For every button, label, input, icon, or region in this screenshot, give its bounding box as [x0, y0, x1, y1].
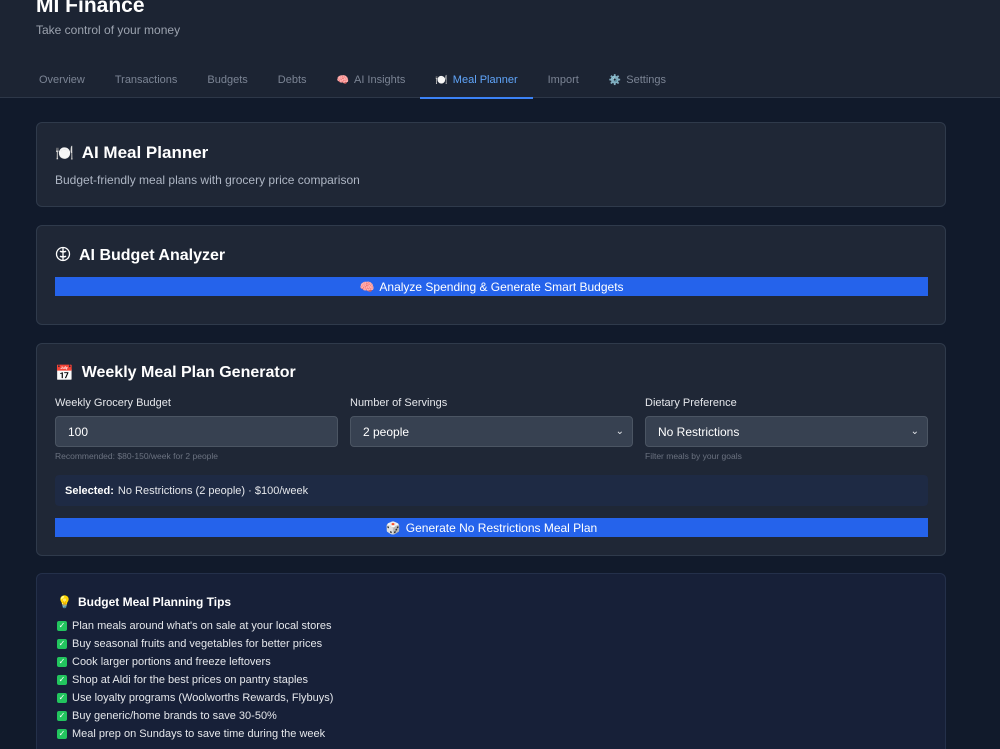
main-tabs: Overview Transactions Budgets Debts 🧠 AI Insi…: [24, 62, 681, 99]
checkmark-icon: ✓: [57, 693, 67, 703]
selected-summary: Selected: No Restrictions (2 people) · $…: [55, 475, 928, 506]
tab-label: Meal Planner: [452, 74, 518, 86]
generate-meal-plan-label: Generate No Restrictions Meal Plan: [405, 520, 598, 535]
calendar-icon: 📅: [55, 365, 74, 382]
page-title-text: AI Meal Planner: [81, 143, 209, 162]
tip-item: ✓ Cook larger portions and freeze leftove…: [57, 653, 333, 671]
tip-text: Buy seasonal fruits and vegetables for b…: [72, 638, 323, 650]
lightbulb-icon: 💡: [57, 595, 72, 609]
tips-list: ✓ Plan meals around what's on sale at you…: [57, 617, 333, 743]
generator-title-text: Weekly Meal Plan Generator: [81, 364, 296, 381]
tab-icon: 🧠: [336, 74, 349, 86]
budget-analyzer-card: AI Budget Analyzer 🧠 Analyze Spending & …: [36, 225, 946, 325]
selected-label: Selected:: [65, 484, 114, 497]
tip-text: Buy generic/home brands to save 30-50%: [72, 710, 277, 722]
tab-meal-planner[interactable]: 🍽️ Meal Planner: [420, 62, 533, 99]
generate-meal-plan-button[interactable]: 🎲 Generate No Restrictions Meal Plan: [55, 518, 928, 537]
dice-icon: 🎲: [385, 520, 401, 535]
servings-select-value: 2 people: [363, 424, 410, 439]
tab-label: Settings: [626, 74, 667, 86]
diet-hint: Filter meals by your goals: [645, 451, 742, 461]
tip-text: Meal prep on Sundays to save time during…: [72, 728, 326, 740]
diet-select[interactable]: No Restrictions ⌄: [645, 416, 928, 447]
budget-input-value: 100: [68, 424, 89, 439]
analyze-spending-button[interactable]: 🧠 Analyze Spending & Generate Smart Budg…: [55, 277, 928, 296]
servings-label: Number of Servings: [350, 397, 448, 409]
tab-icon: ⚙️: [608, 74, 622, 86]
tip-text: Shop at Aldi for the best prices on pant…: [72, 674, 309, 686]
tip-item: ✓ Use loyalty programs (Woolworths Reward…: [57, 689, 333, 707]
generator-title: 📅 Weekly Meal Plan Generator: [55, 364, 296, 382]
tips-title: 💡 Budget Meal Planning Tips: [57, 595, 231, 609]
plate-icon: 🍽️: [55, 145, 74, 162]
tip-text: Plan meals around what's on sale at your…: [72, 620, 332, 632]
app-title: MI Finance: [36, 0, 145, 17]
tips-card: 💡 Budget Meal Planning Tips ✓ Plan meals …: [36, 573, 946, 749]
budget-analyzer-title-text: AI Budget Analyzer: [79, 247, 226, 264]
app-subtitle: Take control of your money: [36, 23, 181, 37]
checkmark-icon: ✓: [57, 675, 67, 685]
tip-item: ✓ Buy generic/home brands to save 30-50%: [57, 707, 333, 725]
meal-planner-header-card: 🍽️ AI Meal Planner Budget-friendly meal …: [36, 122, 946, 207]
checkmark-icon: ✓: [57, 657, 67, 667]
tips-title-text: Budget Meal Planning Tips: [77, 595, 232, 609]
tab-label: Debts: [277, 74, 307, 86]
tip-item: ✓ Meal prep on Sundays to save time durin…: [57, 725, 333, 743]
tip-item: ✓ Buy seasonal fruits and vegetables for …: [57, 635, 333, 653]
diet-select-value: No Restrictions: [658, 424, 740, 439]
app-header: MI Finance Take control of your money Ov…: [0, 0, 1000, 99]
tab-label: Overview: [39, 74, 85, 86]
tab-label: AI Insights: [353, 74, 406, 86]
tab-settings[interactable]: ⚙️ Settings: [594, 62, 681, 98]
chevron-down-icon: ⌄: [910, 426, 919, 437]
tab-ai-insights[interactable]: 🧠 AI Insights: [322, 62, 421, 98]
brain-icon: 🧠: [359, 279, 375, 294]
checkmark-icon: ✓: [57, 729, 67, 739]
servings-select[interactable]: 2 people ⌄: [350, 416, 633, 447]
checkmark-icon: ✓: [57, 639, 67, 649]
tab-debts[interactable]: Debts: [263, 62, 322, 98]
brain-icon: [55, 246, 71, 266]
tip-item: ✓ Shop at Aldi for the best prices on pan…: [57, 671, 333, 689]
tab-label: Transactions: [114, 74, 178, 86]
budget-input[interactable]: 100: [55, 416, 338, 447]
tab-budgets[interactable]: Budgets: [192, 62, 262, 98]
budget-analyzer-title: AI Budget Analyzer: [55, 246, 225, 266]
budget-label: Weekly Grocery Budget: [55, 397, 171, 409]
checkmark-icon: ✓: [57, 621, 67, 631]
page-title: 🍽️ AI Meal Planner: [55, 143, 208, 163]
selected-value: No Restrictions (2 people) · $100/week: [117, 484, 309, 497]
tab-label: Import: [547, 74, 579, 86]
tab-transactions[interactable]: Transactions: [100, 62, 193, 98]
tab-import[interactable]: Import: [533, 62, 594, 98]
tab-icon: 🍽️: [435, 74, 448, 86]
tab-label: Budgets: [207, 74, 248, 86]
tip-text: Use loyalty programs (Woolworths Rewards…: [72, 692, 334, 704]
meal-plan-generator-card: 📅 Weekly Meal Plan Generator Weekly Groc…: [36, 343, 946, 556]
tip-item: ✓ Plan meals around what's on sale at you…: [57, 617, 333, 635]
tip-text: Cook larger portions and freeze leftover…: [72, 656, 271, 668]
page-description: Budget-friendly meal plans with grocery …: [55, 173, 360, 187]
checkmark-icon: ✓: [57, 711, 67, 721]
diet-label: Dietary Preference: [645, 397, 737, 409]
tab-overview[interactable]: Overview: [24, 62, 100, 98]
budget-hint: Recommended: $80-150/week for 2 people: [55, 451, 219, 461]
analyze-spending-label: Analyze Spending & Generate Smart Budget…: [379, 279, 624, 294]
chevron-down-icon: ⌄: [615, 426, 624, 437]
